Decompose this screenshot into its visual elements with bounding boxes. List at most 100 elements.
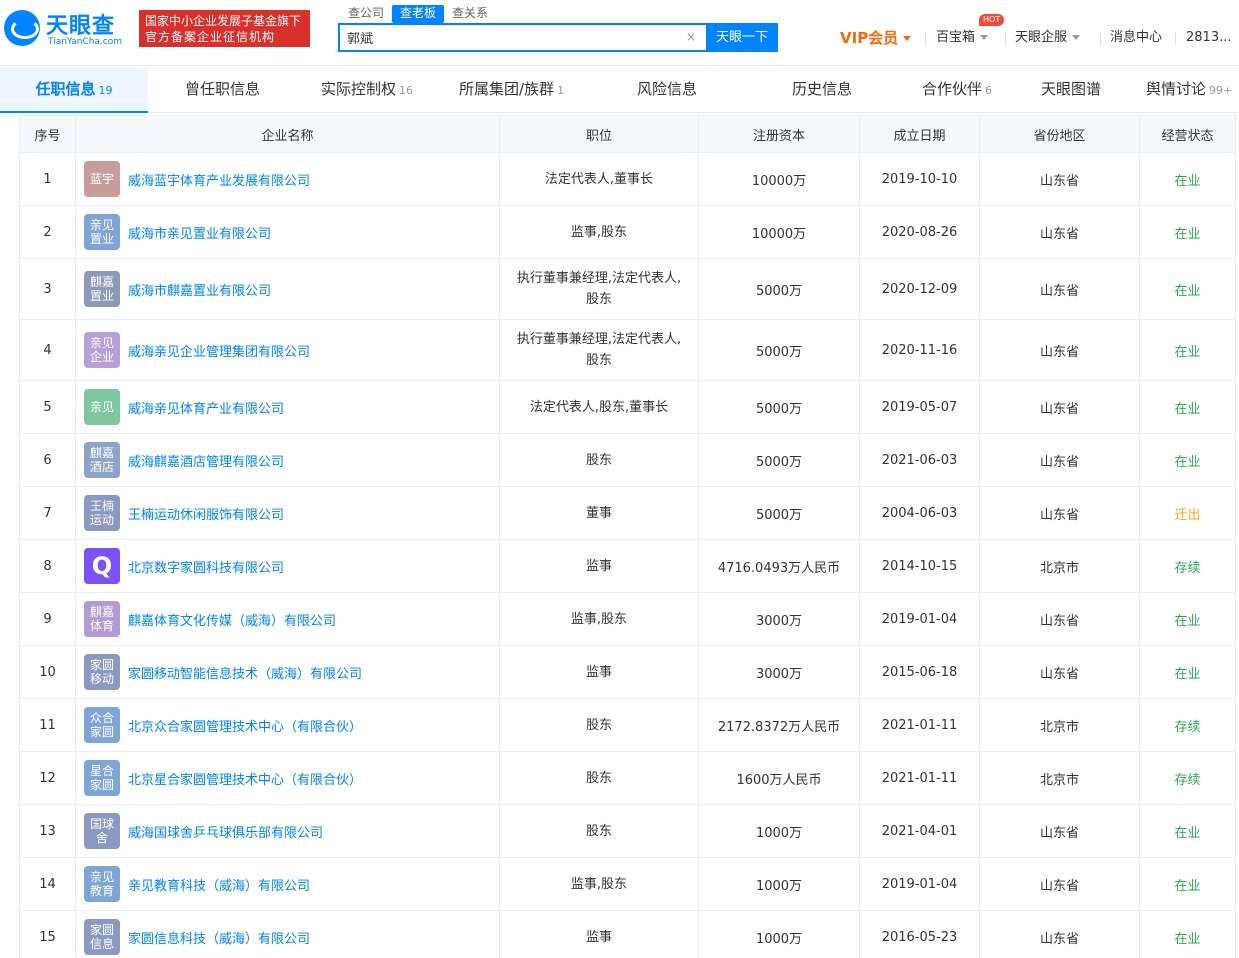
company-link[interactable]: 麒嘉置业 威海市麒嘉置业有限公司 [84, 271, 495, 307]
tab-actual-control[interactable]: 实际控制权 16 [321, 67, 413, 113]
company-link[interactable]: 家圆移动 家圆移动智能信息技术（威海）有限公司 [84, 654, 495, 690]
capital-cell: 10000万 [698, 152, 860, 206]
search-tab-boss[interactable]: 查老板 [392, 5, 445, 23]
tab-past-positions[interactable]: 曾任职信息 [185, 67, 263, 113]
date-cell: 2019-01-04 [859, 857, 980, 911]
status-cell: 在业 [1139, 857, 1236, 911]
table-row: 15 家圆信息 家圆信息科技（威海）有限公司 监事 1000万 2016-05-23 山东省… [19, 910, 1236, 958]
company-name[interactable]: 威海亲见体育产业有限公司 [128, 398, 284, 417]
tab-count: 6 [985, 84, 993, 97]
company-link[interactable]: 麒嘉酒店 威海麒嘉酒店管理有限公司 [84, 442, 495, 478]
capital-cell: 5000万 [698, 258, 860, 320]
capital-cell: 2172.8372万人民币 [698, 698, 860, 752]
table-row: 5 亲见 威海亲见体育产业有限公司 法定代表人,股东,董事长 5000万 2019-05-… [19, 380, 1236, 434]
company-name[interactable]: 王楠运动休闲服饰有限公司 [128, 504, 284, 523]
company-link[interactable]: 王楠运动 王楠运动休闲服饰有限公司 [84, 495, 495, 531]
tab-group[interactable]: 所属集团/族群 1 [459, 67, 564, 113]
user-account-menu[interactable]: 2813... [1186, 28, 1231, 48]
tianyancha-logo[interactable]: 天眼查 TianYanCha.com [4, 6, 134, 50]
search-button[interactable]: 天眼一下 [706, 23, 778, 52]
message-center-link[interactable]: 消息中心 [1110, 28, 1162, 48]
table-header-row: 序号 企业名称 职位 注册资本 成立日期 省份地区 经营状态 [19, 115, 1236, 153]
company-link[interactable]: 亲见企业 威海亲见企业管理集团有限公司 [84, 332, 495, 368]
company-name[interactable]: 威海国球舍乒乓球俱乐部有限公司 [128, 822, 323, 841]
tab-label: 风险信息 [637, 80, 698, 98]
position-cell: 股东 [499, 698, 699, 752]
search-type-tabs: 查公司 查老板 查关系 [340, 5, 496, 23]
company-link[interactable]: Q 北京数字家圆科技有限公司 [84, 548, 495, 584]
tab-label: 所属集团/族群 [459, 80, 555, 98]
search-tab-company[interactable]: 查公司 [340, 5, 392, 23]
company-link[interactable]: 麒嘉体育 麒嘉体育文化传媒（威海）有限公司 [84, 601, 495, 637]
company-link[interactable]: 星合家圆 北京星合家圆管理技术中心（有限合伙） [84, 760, 495, 796]
company-link[interactable]: 亲见置业 威海市亲见置业有限公司 [84, 214, 495, 250]
table-row: 1 蓝宇 威海蓝宇体育产业发展有限公司 法定代表人,董事长 10000万 2019-10-… [19, 152, 1236, 206]
header-status: 经营状态 [1139, 115, 1236, 153]
company-name[interactable]: 威海蓝宇体育产业发展有限公司 [128, 170, 310, 189]
date-cell: 2020-11-16 [859, 319, 980, 381]
qifu-menu[interactable]: 天眼企服 [1015, 28, 1081, 48]
vip-menu[interactable]: VIP会员 [840, 28, 912, 48]
position-cell: 执行董事兼经理,法定代表人,股东 [499, 319, 699, 381]
status-cell: 在业 [1139, 380, 1236, 434]
company-link[interactable]: 众合家圆 北京众合家圆管理技术中心（有限合伙） [84, 707, 495, 743]
search-input[interactable] [340, 25, 706, 50]
capital-cell: 5000万 [698, 433, 860, 487]
row-index: 4 [19, 319, 76, 381]
logo-eye-icon [4, 10, 40, 46]
position-cell: 监事 [499, 539, 699, 593]
nav-divider [925, 32, 926, 45]
baobao-menu[interactable]: 百宝箱 [936, 28, 989, 48]
capital-cell: 1000万 [698, 857, 860, 911]
tab-history[interactable]: 历史信息 [792, 67, 855, 113]
company-name[interactable]: 北京数字家圆科技有限公司 [128, 557, 284, 576]
clear-icon[interactable]: × [686, 30, 696, 44]
slogan-line-1: 国家中小企业发展子基金旗下 [145, 14, 302, 28]
company-name[interactable]: 威海市麒嘉置业有限公司 [128, 280, 271, 299]
header-index: 序号 [19, 115, 76, 153]
company-logo: 麒嘉酒店 [84, 442, 120, 478]
company-link[interactable]: 国球舍 威海国球舍乒乓球俱乐部有限公司 [84, 813, 495, 849]
slogan-banner: 国家中小企业发展子基金旗下 官方备案企业征信机构 [139, 10, 310, 47]
company-name[interactable]: 麒嘉体育文化传媒（威海）有限公司 [128, 610, 336, 629]
positions-table-wrapper: 序号 企业名称 职位 注册资本 成立日期 省份地区 经营状态 1 蓝宇 威海蓝宇体育… [19, 115, 1236, 958]
company-name[interactable]: 威海麒嘉酒店管理有限公司 [128, 451, 284, 470]
company-name[interactable]: 家圆信息科技（威海）有限公司 [128, 928, 310, 947]
table-row: 3 麒嘉置业 威海市麒嘉置业有限公司 执行董事兼经理,法定代表人,股东 5000万 202… [19, 258, 1236, 320]
company-name[interactable]: 北京众合家圆管理技术中心（有限合伙） [128, 716, 362, 735]
tab-current-positions[interactable]: 任职信息 19 [0, 67, 148, 113]
search-tab-relation[interactable]: 查关系 [444, 5, 496, 23]
date-cell: 2014-10-15 [859, 539, 980, 593]
company-cell: 亲见 威海亲见体育产业有限公司 [75, 380, 500, 434]
row-index: 8 [19, 539, 76, 593]
row-index: 1 [19, 152, 76, 206]
company-name[interactable]: 威海市亲见置业有限公司 [128, 223, 271, 242]
tab-partners[interactable]: 合作伙伴 6 [922, 67, 992, 113]
position-cell: 监事 [499, 645, 699, 699]
region-cell: 北京市 [979, 698, 1140, 752]
tab-label: 任职信息 [35, 80, 96, 98]
company-link[interactable]: 亲见教育 亲见教育科技（威海）有限公司 [84, 866, 495, 902]
tab-label: 舆情讨论 [1146, 80, 1207, 98]
company-link[interactable]: 蓝宇 威海蓝宇体育产业发展有限公司 [84, 161, 495, 197]
status-cell: 在业 [1139, 433, 1236, 487]
position-cell: 执行董事兼经理,法定代表人,股东 [499, 258, 699, 320]
tab-graph[interactable]: 天眼图谱 [1041, 67, 1104, 113]
capital-cell: 4716.0493万人民币 [698, 539, 860, 593]
company-name[interactable]: 家圆移动智能信息技术（威海）有限公司 [128, 663, 362, 682]
status-cell: 在业 [1139, 645, 1236, 699]
company-cell: 亲见教育 亲见教育科技（威海）有限公司 [75, 857, 500, 911]
tab-discussion[interactable]: 舆情讨论 99+ [1146, 67, 1232, 113]
company-name[interactable]: 威海亲见企业管理集团有限公司 [128, 341, 310, 360]
header-position: 职位 [499, 115, 699, 153]
table-row: 4 亲见企业 威海亲见企业管理集团有限公司 执行董事兼经理,法定代表人,股东 5000万… [19, 319, 1236, 381]
tab-count: 16 [399, 84, 414, 97]
region-cell: 山东省 [979, 433, 1140, 487]
company-name[interactable]: 北京星合家圆管理技术中心（有限合伙） [128, 769, 362, 788]
company-link[interactable]: 亲见 威海亲见体育产业有限公司 [84, 389, 495, 425]
tab-risk[interactable]: 风险信息 [637, 67, 700, 113]
company-cell: 亲见置业 威海市亲见置业有限公司 [75, 205, 500, 259]
company-name[interactable]: 亲见教育科技（威海）有限公司 [128, 875, 310, 894]
region-cell: 山东省 [979, 152, 1140, 206]
company-link[interactable]: 家圆信息 家圆信息科技（威海）有限公司 [84, 919, 495, 955]
